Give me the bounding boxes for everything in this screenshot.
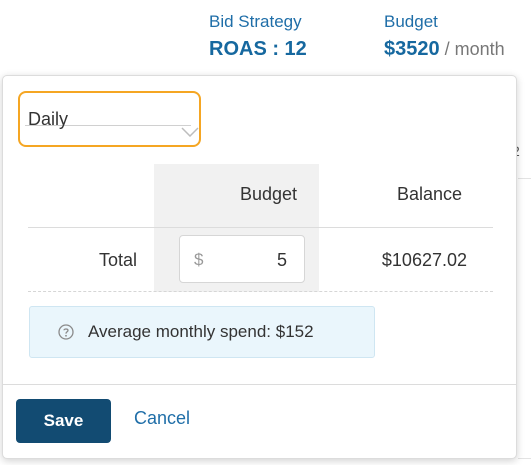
table-header-divider <box>28 227 493 228</box>
budget-label: Budget <box>384 12 438 31</box>
budget-value: $3520 <box>384 38 440 60</box>
balance-value: $10627.02 <box>381 250 467 270</box>
budget-input-value: 5 <box>276 250 287 270</box>
bid-strategy-column: Bid Strategy ROAS : 12 <box>209 12 307 61</box>
budget-edit-popover: Daily Budget Balance Total $ 5 $10627.02… <box>2 75 517 459</box>
budget-column-header: Budget <box>240 184 298 204</box>
bid-strategy-label: Bid Strategy <box>209 12 302 31</box>
total-row-label: Total <box>99 250 138 270</box>
chevron-down-icon <box>181 127 199 137</box>
footer-divider <box>3 384 516 385</box>
balance-column-header: Balance <box>397 184 463 204</box>
average-spend-text: Average monthly spend: $152 <box>88 322 314 341</box>
background-row-divider <box>518 178 531 179</box>
bid-strategy-value: ROAS : 12 <box>209 38 307 60</box>
period-select[interactable]: Daily <box>25 91 199 137</box>
budget-column: Budget $3520 / month <box>384 12 505 61</box>
budget-summary: $3520 / month <box>384 38 505 61</box>
table-row-divider <box>28 291 493 292</box>
currency-symbol: $ <box>194 250 204 269</box>
background-row-divider <box>518 458 531 459</box>
average-spend-info: Average monthly spend: $152 <box>29 306 375 358</box>
question-circle-icon <box>58 324 74 340</box>
budget-input[interactable]: $ 5 <box>179 235 305 283</box>
budget-period-suffix: / month <box>439 39 505 59</box>
cancel-button[interactable]: Cancel <box>134 408 190 429</box>
save-button[interactable]: Save <box>16 399 111 443</box>
period-select-value: Daily <box>28 109 69 129</box>
